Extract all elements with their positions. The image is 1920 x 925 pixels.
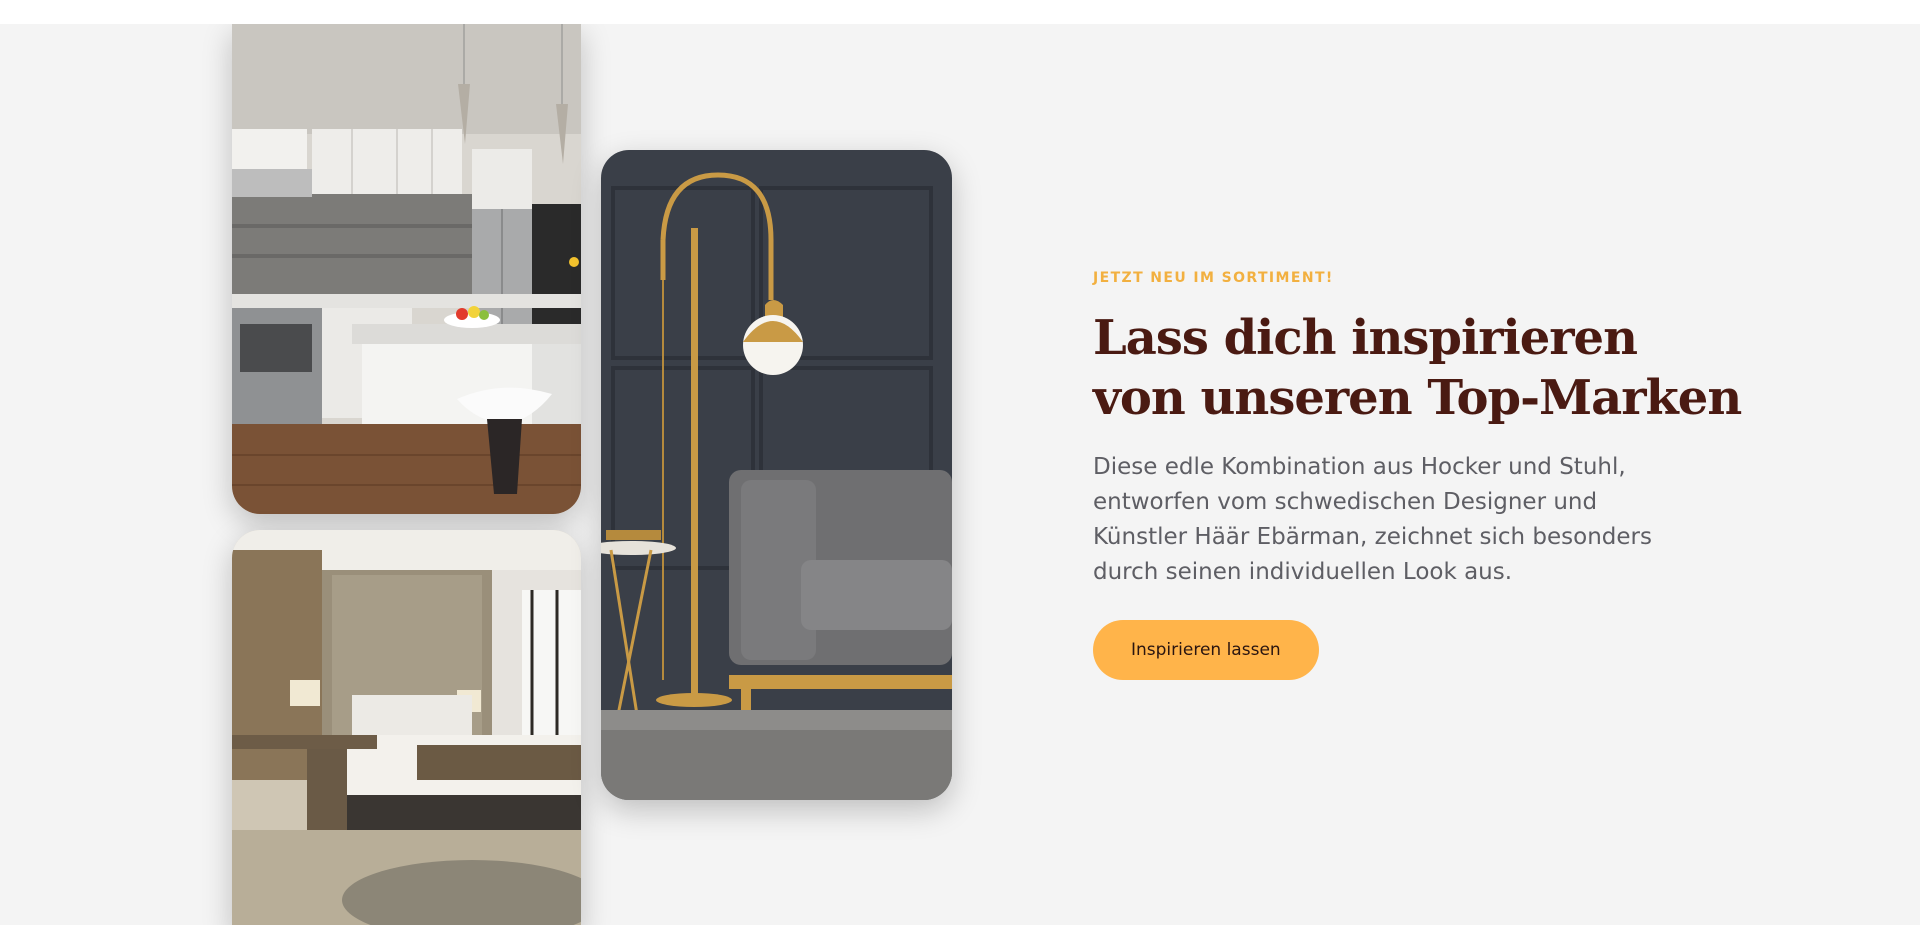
headline-line-2: von unseren Top-Marken: [1093, 370, 1742, 426]
headline-line-1: Lass dich inspirieren: [1093, 310, 1638, 366]
kitchen-illustration: [232, 24, 581, 514]
lamp-sofa-image: [601, 150, 952, 800]
inspire-button[interactable]: Inspirieren lassen: [1093, 620, 1319, 680]
inspiration-section: JETZT NEU IM SORTIMENT! Lass dich inspir…: [0, 24, 1920, 925]
kitchen-image: [232, 24, 581, 514]
headline: Lass dich inspirieren von unseren Top-Ma…: [1093, 308, 1742, 428]
description-text: Diese edle Kombination aus Hocker und St…: [1093, 454, 1652, 585]
bedroom-image: [232, 530, 581, 925]
hero-content: JETZT NEU IM SORTIMENT! Lass dich inspir…: [1093, 270, 1742, 680]
bedroom-illustration: [232, 530, 581, 925]
eyebrow-label: JETZT NEU IM SORTIMENT!: [1093, 270, 1334, 286]
lamp-sofa-illustration: [601, 150, 952, 800]
top-strip: [0, 0, 1920, 24]
